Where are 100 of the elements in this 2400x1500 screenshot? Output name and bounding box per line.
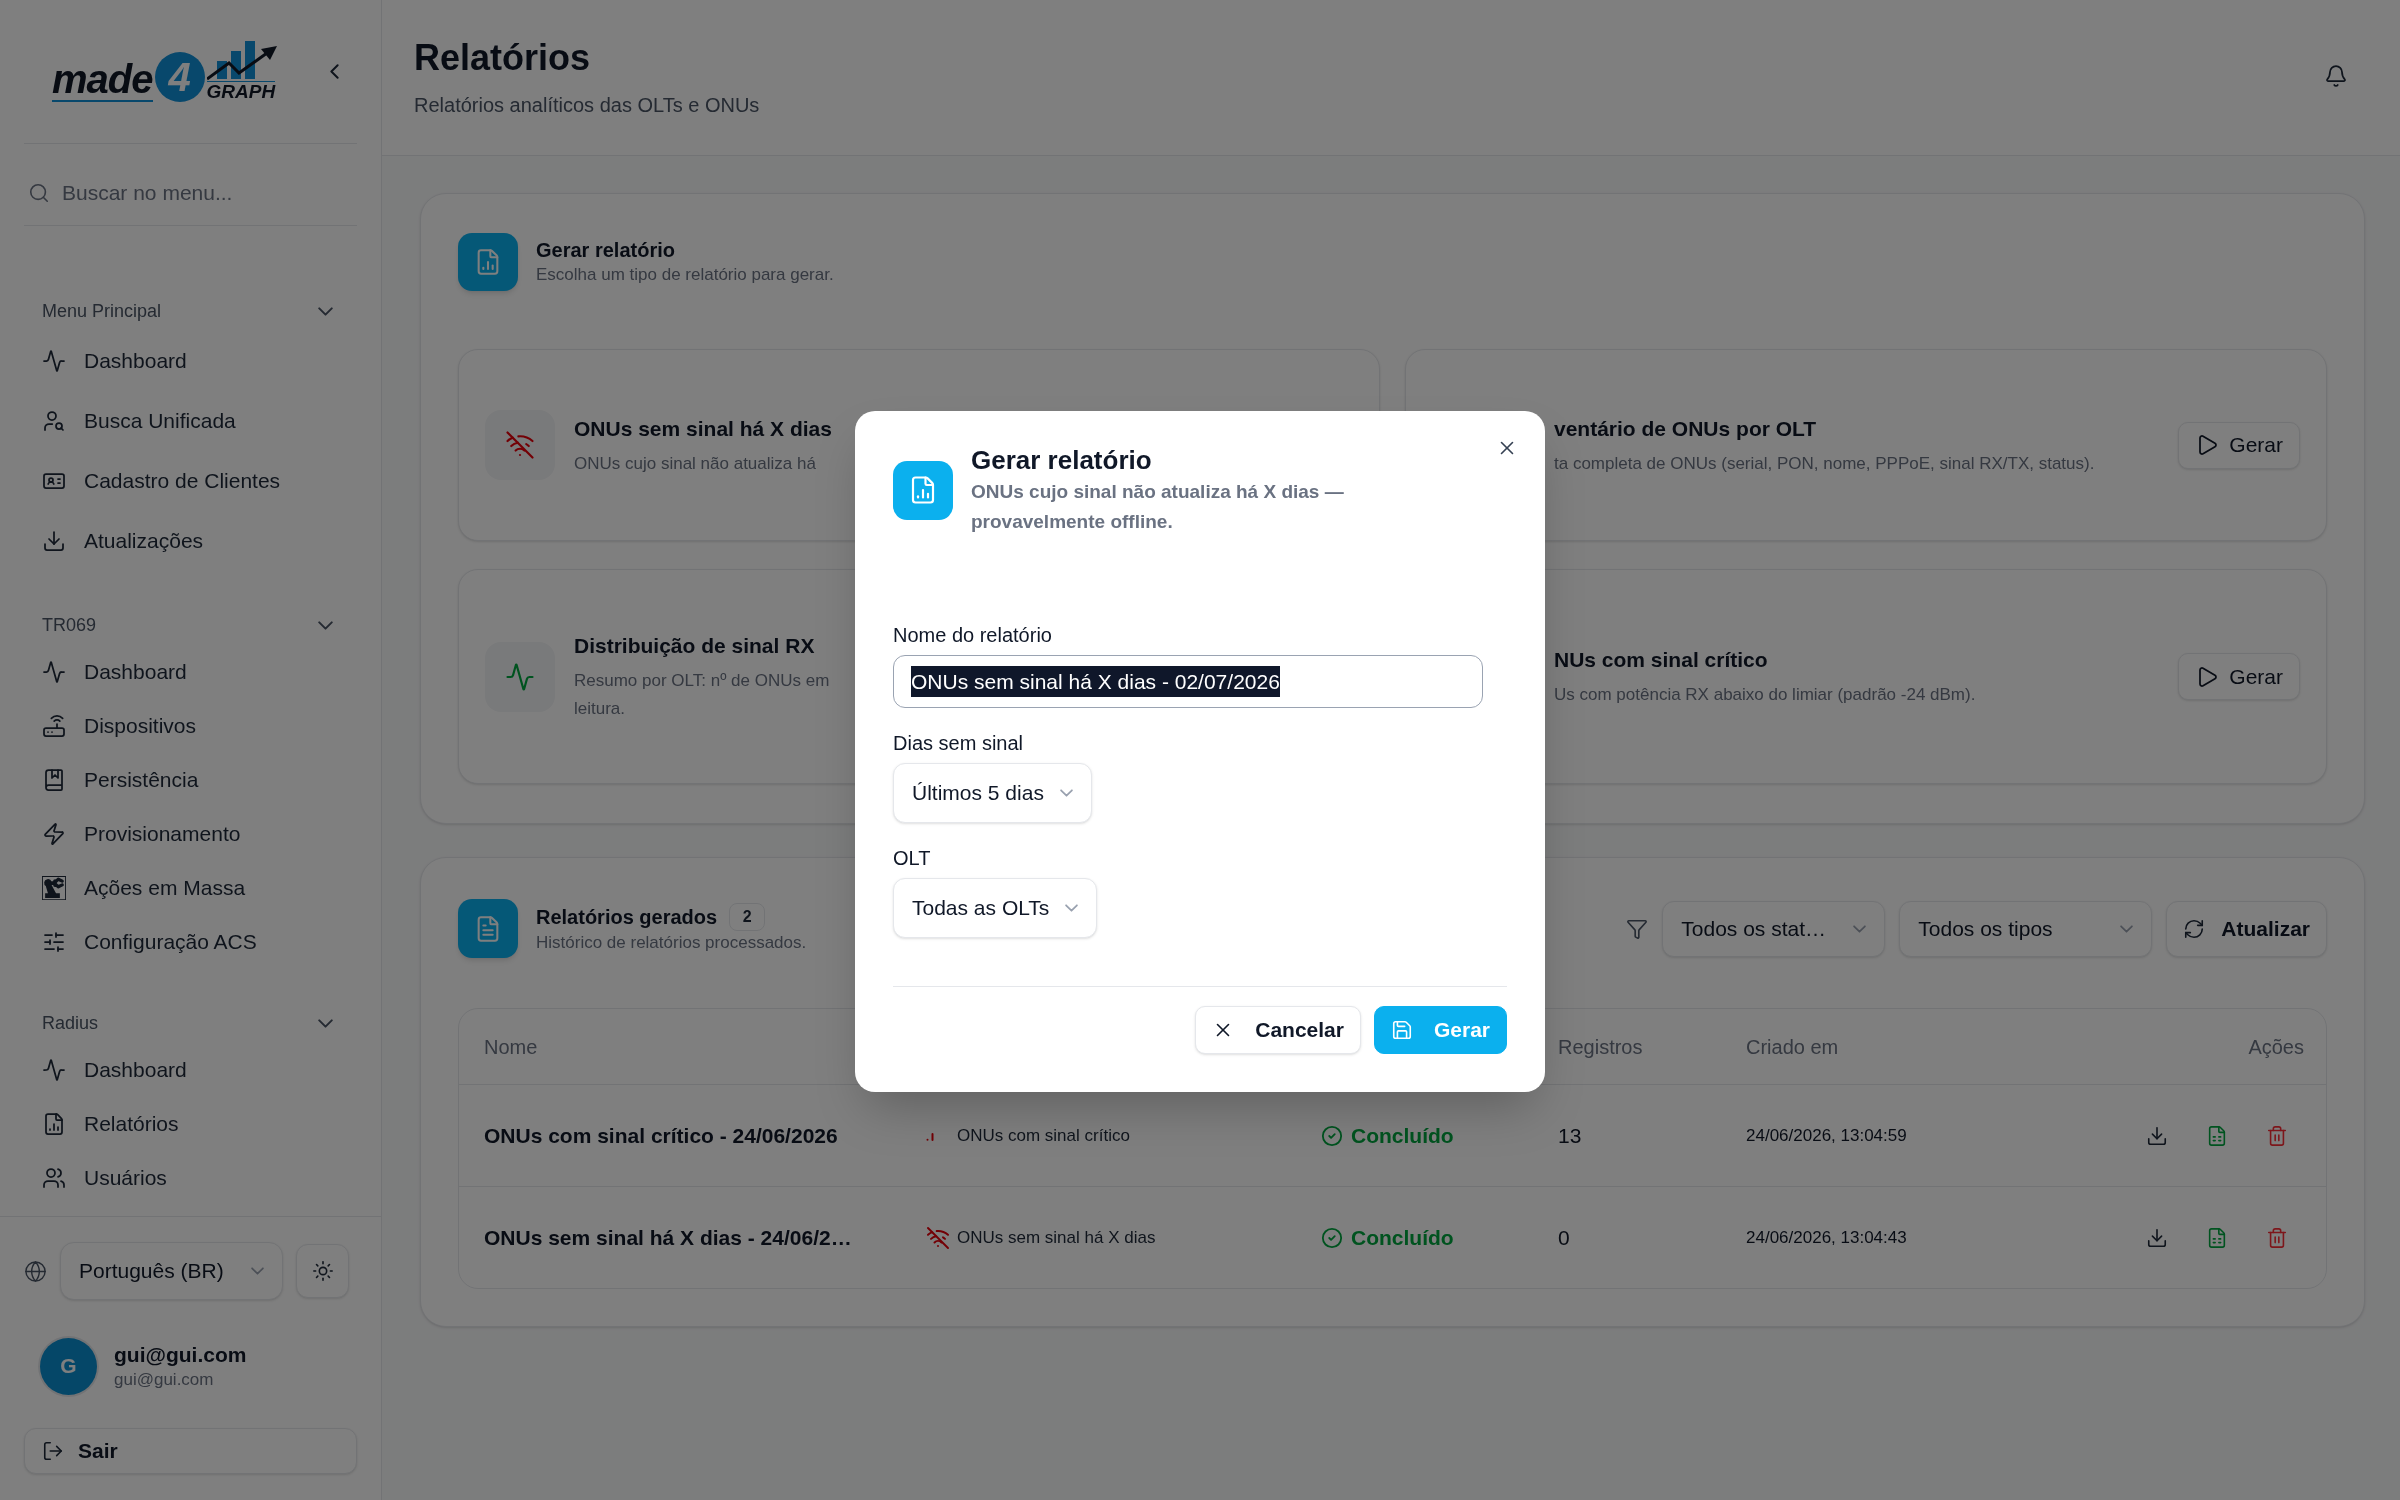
page-subtitle: Relatórios analíticos das OLTs e ONUs (414, 93, 760, 118)
dialog-title: Gerar relatório (971, 444, 1152, 477)
report-type-description: Us com potência RX abaixo do limiar (padrão -24 dBm). (1554, 684, 1976, 706)
cancel-button[interactable]: Cancelar (1195, 1006, 1361, 1054)
column-header: Nome (484, 1035, 538, 1058)
trash-icon[interactable] (2266, 1226, 2288, 1249)
chevron-down-icon (1059, 789, 1073, 797)
bell-icon[interactable] (2324, 64, 2348, 88)
report-type-description: ta completa de ONUs (serial, PON, nome, PPPoE, sinal RX/TX, status). (1554, 452, 2095, 475)
trash-icon[interactable] (2266, 1124, 2288, 1147)
filter-icon (1626, 917, 1649, 940)
sidebar-item[interactable]: Atualizações (24, 511, 357, 571)
table-cell: 24/06/2026, 13:04:43 (1746, 1227, 1907, 1247)
avatar: G (40, 1337, 97, 1395)
report-type-description: Resumo por OLT: nº de ONUs em leitura. (574, 670, 830, 720)
lightning-icon (42, 822, 66, 846)
status-text: Concluído (1351, 1224, 1454, 1251)
chevron-left-icon[interactable] (330, 64, 339, 79)
chevron-down-icon (1853, 924, 1867, 933)
sidebar-item[interactable]: Provisionamento (24, 807, 357, 861)
refresh-button[interactable]: Atualizar (2166, 900, 2327, 957)
language-select[interactable]: Português (BR) (60, 1242, 283, 1300)
report-type-title: NUs com sinal crítico (1554, 647, 1768, 673)
sidebar-item[interactable]: Persistência (24, 753, 357, 807)
generate-button[interactable]: Gerar (2178, 653, 2300, 700)
report-type-title: ONUs sem sinal há X dias (574, 415, 832, 442)
logo-text: made (52, 58, 153, 102)
logo-chart-icon (206, 41, 277, 81)
spreadsheet-icon[interactable] (2206, 1124, 2228, 1147)
card-title: Relatórios gerados (536, 904, 718, 930)
robot-arm-icon (42, 876, 66, 900)
table-cell: ONUs sem sinal há X dias - 24/06/2… (484, 1225, 852, 1249)
download-icon[interactable] (2146, 1124, 2168, 1147)
field-label: Nome do relatório (893, 623, 1052, 648)
globe-icon (24, 1259, 47, 1283)
users-icon (42, 1166, 66, 1190)
chevron-down-icon[interactable] (318, 1018, 333, 1028)
card-subtitle: Escolha um tipo de relatório para gerar. (536, 264, 834, 286)
sidebar-item[interactable]: Usuários (24, 1151, 357, 1205)
section-title: Menu Principal (42, 299, 162, 323)
column-header: Criado em (1746, 1035, 1839, 1058)
sidebar-item[interactable]: Dispositivos (24, 699, 357, 753)
user-name: gui@gui.com (114, 1342, 247, 1368)
activity-icon (42, 1058, 66, 1082)
column-header: Ações (2248, 1034, 2304, 1060)
chart-file-icon (893, 460, 953, 520)
activity-icon (485, 641, 555, 712)
report-type-title: ventário de ONUs por OLT (1554, 415, 1817, 442)
table-cell: 0 (1558, 1225, 1570, 1249)
status-text: Concluído (1351, 1122, 1454, 1149)
signal-low-icon (926, 1130, 934, 1141)
select-field[interactable]: Todas as OLTs (893, 878, 1098, 938)
table-cell: 13 (1558, 1123, 1582, 1147)
download-icon (42, 529, 66, 553)
text-input[interactable]: ONUs sem sinal há X dias - 02/07/2026 (893, 655, 1483, 708)
wifi-off-icon (926, 1225, 950, 1250)
chevron-down-icon[interactable] (318, 306, 333, 316)
sidebar-item[interactable]: Cadastro de Clientes (24, 451, 357, 511)
report-type-title: Distribuição de sinal RX (574, 633, 815, 659)
sidebar-item[interactable]: Relatórios (24, 1097, 357, 1151)
refresh-icon (2183, 917, 2206, 940)
download-icon[interactable] (2146, 1226, 2168, 1249)
chevron-down-icon (251, 1267, 264, 1275)
save-icon (1390, 1019, 1413, 1041)
sidebar-item[interactable]: Ações em Massa (24, 861, 357, 915)
dialog-subtitle: ONUs cujo sinal não atualiza há X dias — provavelmente offline. (971, 480, 1345, 534)
spreadsheet-icon[interactable] (2206, 1226, 2228, 1249)
table-cell-text: ONUs com sinal crítico (957, 1124, 1130, 1147)
section-title: TR069 (42, 613, 97, 637)
router-icon (42, 714, 66, 738)
logout-button[interactable]: Sair (24, 1428, 357, 1474)
section-title: Radius (42, 1011, 99, 1035)
field-label: OLT (893, 846, 931, 871)
filter-select[interactable]: Todos os tipos (1899, 900, 2153, 957)
count-badge: 2 (729, 902, 766, 931)
sidebar-item[interactable]: Dashboard (24, 1043, 357, 1097)
sidebar-item[interactable]: Dashboard (24, 645, 357, 699)
sidebar-item[interactable]: Busca Unificada (24, 391, 357, 451)
report-type-description: ONUs cujo sinal não atualiza há (574, 452, 816, 475)
generate-button[interactable]: Gerar (1373, 1006, 1507, 1054)
sidebar-item[interactable]: Configuração ACS (24, 915, 357, 969)
field-label: Dias sem sinal (893, 731, 1024, 756)
check-circle-icon (1321, 1226, 1343, 1249)
card-subtitle: Histórico de relatórios processados. (536, 931, 807, 954)
column-header: Registros (1558, 1035, 1643, 1058)
sidebar-item[interactable]: Dashboard (24, 331, 357, 391)
theme-toggle-button[interactable] (296, 1244, 349, 1298)
filter-select[interactable]: Todos os stat… (1662, 900, 1886, 957)
user-email: gui@gui.com (114, 1369, 214, 1391)
chevron-down-icon (2120, 924, 2134, 933)
activity-icon (42, 660, 66, 684)
search-field[interactable]: Buscar no menu... (62, 176, 357, 209)
chart-file-icon (42, 1112, 66, 1136)
chart-file-icon (458, 233, 518, 291)
generate-button[interactable]: Gerar (2178, 421, 2300, 469)
check-circle-icon (1321, 1124, 1343, 1147)
book-icon (42, 768, 66, 792)
select-field[interactable]: Últimos 5 dias (893, 763, 1092, 823)
wifi-off-icon (485, 410, 555, 480)
chevron-down-icon[interactable] (318, 620, 333, 630)
